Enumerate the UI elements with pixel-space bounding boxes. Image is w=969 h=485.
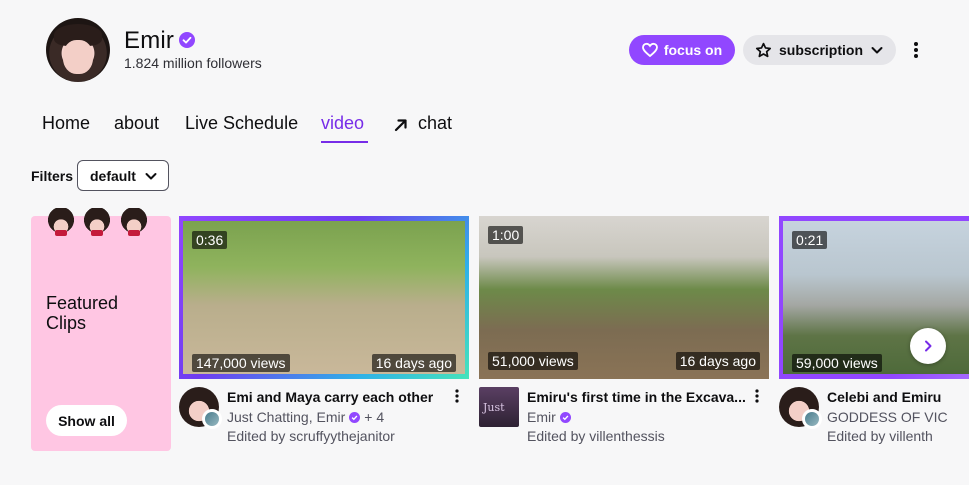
clip-category[interactable]: Emir [527,409,571,425]
follower-count: 1.824 million followers [124,55,262,71]
clip-duration: 1:00 [488,226,524,244]
clip-title[interactable]: Celebi and Emiru [827,389,941,405]
carousel-next-button[interactable] [910,328,946,364]
filter-selected-value: default [90,167,136,184]
chevron-down-icon [145,172,157,179]
clip-thumbnail-frame[interactable]: 1:00 51,000 views 16 days ago [479,216,769,379]
clip-editor: Edited by villenthessis [527,428,665,444]
clip-editor: Edited by scruffyythejanitor [227,428,395,444]
clip-duration: 0:36 [192,231,228,249]
verified-badge-icon [349,411,361,423]
clip-views: 59,000 views [792,354,882,372]
chevron-right-icon [925,340,932,352]
tab-video[interactable]: video [321,113,364,134]
emote-icon [46,208,76,238]
featured-clips-title: Featured Clips [46,293,119,333]
channel-name[interactable]: Emir [124,27,174,55]
clip-date: 16 days ago [675,352,760,370]
heart-icon [641,42,658,58]
clip-date: 16 days ago [371,354,456,372]
tab-home[interactable]: Home [42,113,90,134]
clip-channel-avatar[interactable]: Just [479,387,519,427]
clip-views: 147,000 views [192,354,290,372]
tab-chat[interactable]: chat [418,113,452,134]
game-avatar [802,409,822,429]
clip-thumbnail[interactable]: 1:00 51,000 views 16 days ago [479,216,769,379]
clip-thumbnail-frame[interactable]: 0:36 147,000 views 16 days ago [179,216,469,379]
clip-editor: Edited by villenth [827,428,933,444]
clip-more-icon[interactable] [452,388,462,404]
verified-badge-icon [559,411,571,423]
clip-more-icon[interactable] [752,388,762,404]
subscription-button[interactable]: subscription [743,35,896,65]
follow-button[interactable]: focus on [629,35,735,65]
verified-badge-icon [179,32,195,48]
clip-category-text: GODDESS OF VIC [827,409,948,425]
clip-title[interactable]: Emi and Maya carry each other [227,389,449,405]
more-options-button[interactable] [905,38,927,62]
follow-label: focus on [663,42,723,58]
game-avatar [202,409,222,429]
star-icon [755,42,772,57]
clip-category[interactable]: Just Chatting, Emir + 4 [227,409,384,425]
tab-live-schedule[interactable]: Live Schedule [185,113,298,134]
clip-category-extra: + 4 [364,409,385,425]
external-arrow-icon [394,119,407,132]
filters-label: Filters [31,168,74,184]
featured-clips-panel: Featured Clips Show all [31,208,171,451]
clip-category-text: Just Chatting, Emir [227,409,346,425]
emote-icon [82,208,112,238]
chevron-down-icon [871,47,883,54]
clip-thumbnail[interactable]: 0:36 147,000 views 16 days ago [183,221,465,374]
subscription-label: subscription [778,42,863,58]
show-all-button[interactable]: Show all [46,405,127,436]
emote-icon [119,208,149,238]
clip-views: 51,000 views [488,352,578,370]
clip-category-text: Emir [527,409,556,425]
vertical-dots-icon [914,42,918,58]
active-tab-indicator [321,141,368,143]
clip-title[interactable]: Emiru's first time in the Excava... [527,389,749,405]
clip-duration: 0:21 [792,231,828,249]
tab-about[interactable]: about [114,113,159,134]
channel-avatar[interactable] [46,18,110,82]
filter-dropdown[interactable]: default [77,160,169,191]
clip-category[interactable]: GODDESS OF VIC [827,409,948,425]
